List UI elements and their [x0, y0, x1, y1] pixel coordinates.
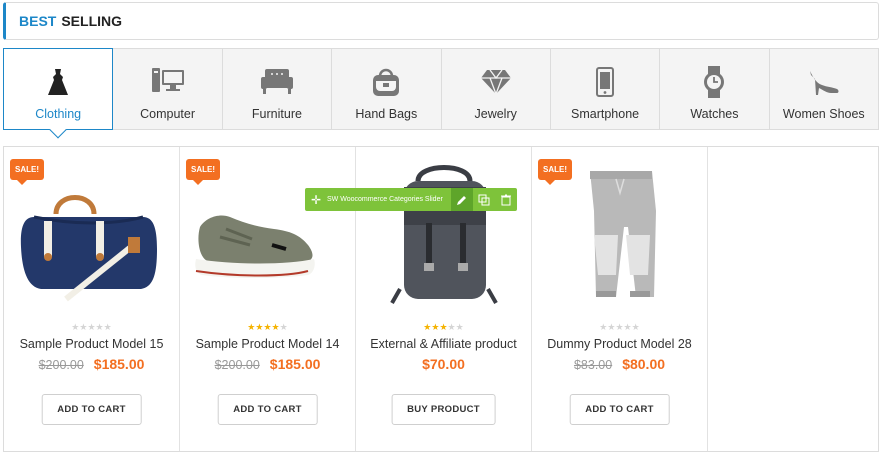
- product-card[interactable]: SALE! ★★★★★ Dummy Product Model 28 $83.0…: [532, 147, 708, 451]
- tab-women-shoes[interactable]: Women Shoes: [770, 49, 878, 129]
- tab-computer[interactable]: Computer: [113, 49, 223, 129]
- tab-label: Clothing: [35, 107, 82, 121]
- star-icon: ★: [87, 322, 96, 332]
- category-tabs: Clothing Computer Furniture Hand Bags Je…: [3, 48, 879, 130]
- dress-icon: [41, 65, 75, 99]
- header-title-accent: BEST: [19, 13, 57, 29]
- product-price: $83.00 $80.00: [532, 356, 707, 372]
- sale-badge: SALE!: [10, 159, 44, 185]
- tab-label: Computer: [140, 107, 195, 121]
- sale-price: $185.00: [269, 356, 321, 372]
- tab-smartphone[interactable]: Smartphone: [551, 49, 661, 129]
- tab-label: Hand Bags: [355, 107, 418, 121]
- watch-icon: [697, 65, 731, 99]
- star-icon: ★: [263, 322, 272, 332]
- tab-jewelry[interactable]: Jewelry: [442, 49, 551, 129]
- product-card[interactable]: SALE! ★★★★★ Sample Product Model 15 $200…: [4, 147, 180, 451]
- buy-product-button[interactable]: BUY PRODUCT: [391, 394, 496, 425]
- star-icon: ★: [615, 322, 624, 332]
- pencil-icon: [457, 195, 466, 205]
- rating-stars: ★★★★★: [4, 322, 179, 333]
- star-icon: ★: [439, 322, 448, 332]
- tab-label: Watches: [690, 107, 739, 121]
- copy-icon: [478, 194, 490, 205]
- sofa-icon: [260, 65, 294, 99]
- star-icon: ★: [271, 322, 280, 332]
- star-icon: ★: [447, 322, 456, 332]
- product-price: $200.00 $185.00: [180, 356, 355, 372]
- move-icon[interactable]: ✛: [305, 193, 327, 207]
- sale-price: $70.00: [422, 356, 465, 372]
- product-name[interactable]: External & Affiliate product: [356, 337, 531, 351]
- add-to-cart-button[interactable]: ADD TO CART: [569, 394, 670, 425]
- product-name[interactable]: Dummy Product Model 28: [532, 337, 707, 351]
- old-price: $83.00: [573, 358, 613, 372]
- add-to-cart-button[interactable]: ADD TO CART: [217, 394, 318, 425]
- high-heel-icon: [807, 65, 841, 99]
- old-price: $200.00: [38, 358, 84, 372]
- computer-icon: [151, 65, 185, 99]
- star-icon: ★: [455, 322, 464, 332]
- clone-button[interactable]: [473, 188, 495, 211]
- edit-button[interactable]: [451, 188, 473, 211]
- empty-slot: [708, 147, 878, 451]
- star-icon: ★: [631, 322, 640, 332]
- product-image[interactable]: [180, 159, 356, 309]
- sale-price: $185.00: [93, 356, 145, 372]
- product-image[interactable]: [4, 159, 180, 309]
- trash-icon: [501, 194, 511, 205]
- product-price: $200.00 $185.00: [4, 356, 179, 372]
- tab-label: Smartphone: [571, 107, 640, 121]
- star-icon: ★: [279, 322, 288, 332]
- product-name[interactable]: Sample Product Model 15: [4, 337, 179, 351]
- smartphone-icon: [588, 65, 622, 99]
- tab-hand-bags[interactable]: Hand Bags: [332, 49, 442, 129]
- tab-label: Jewelry: [474, 107, 517, 121]
- header-title-rest: SELLING: [61, 13, 123, 29]
- product-price: $70.00: [356, 356, 531, 372]
- star-icon: ★: [103, 322, 112, 332]
- sale-badge: SALE!: [186, 159, 220, 185]
- section-header: BEST SELLING: [3, 2, 879, 40]
- rating-stars: ★★★★★: [356, 322, 531, 333]
- handbag-icon: [369, 65, 403, 99]
- element-title: SW Woocommerce Categories Slider: [327, 196, 443, 203]
- page-builder-toolbar: ✛ SW Woocommerce Categories Slider: [305, 188, 517, 211]
- product-image[interactable]: [532, 159, 708, 309]
- tab-label: Women Shoes: [782, 107, 865, 121]
- add-to-cart-button[interactable]: ADD TO CART: [41, 394, 142, 425]
- star-icon: ★: [95, 322, 104, 332]
- star-icon: ★: [623, 322, 632, 332]
- tab-watches[interactable]: Watches: [660, 49, 770, 129]
- sale-badge: SALE!: [538, 159, 572, 185]
- rating-stars: ★★★★★: [180, 322, 355, 333]
- tab-furniture[interactable]: Furniture: [223, 49, 333, 129]
- tab-clothing[interactable]: Clothing: [3, 48, 114, 130]
- sale-price: $80.00: [622, 356, 666, 372]
- diamond-icon: [479, 65, 513, 99]
- rating-stars: ★★★★★: [532, 322, 707, 333]
- old-price: $200.00: [214, 358, 260, 372]
- product-name[interactable]: Sample Product Model 14: [180, 337, 355, 351]
- delete-button[interactable]: [495, 188, 517, 211]
- product-image[interactable]: [356, 159, 532, 309]
- tab-label: Furniture: [251, 107, 302, 121]
